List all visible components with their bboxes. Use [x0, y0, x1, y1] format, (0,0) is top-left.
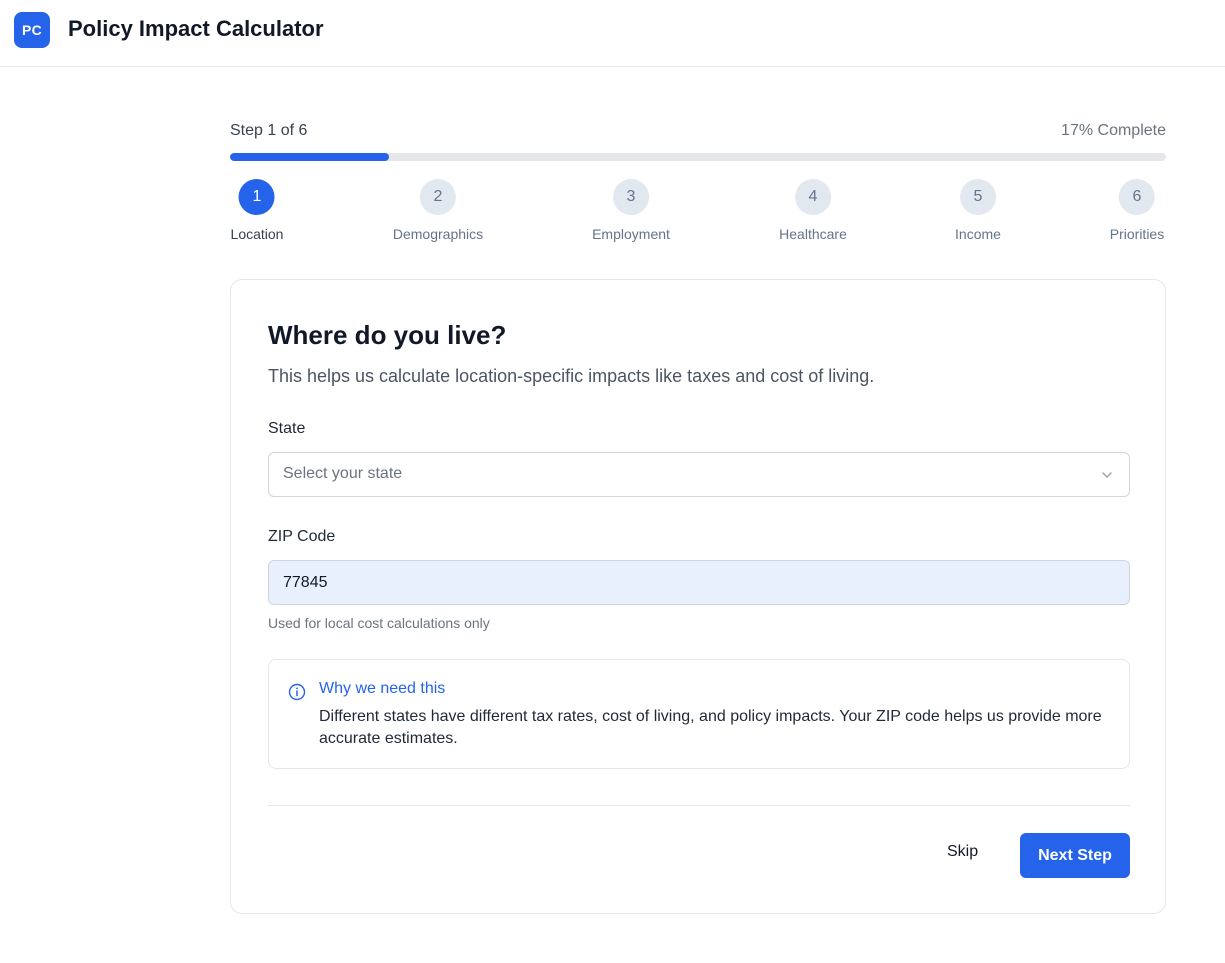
- percent-complete: 17% Complete: [1061, 122, 1166, 139]
- app-logo: PC: [14, 12, 50, 48]
- step-label: Employment: [592, 226, 670, 242]
- zip-code-input[interactable]: [268, 560, 1130, 605]
- info-icon: [288, 683, 306, 701]
- next-step-button[interactable]: Next Step: [1020, 833, 1130, 878]
- divider: [268, 805, 1130, 806]
- step-employment[interactable]: 3 Employment: [592, 179, 670, 242]
- top-bar: PC Policy Impact Calculator: [0, 0, 1225, 67]
- progress-bar: [230, 153, 1166, 161]
- page-subtitle: This helps us calculate location-specifi…: [268, 366, 875, 386]
- chevron-down-icon: [1102, 472, 1112, 478]
- step-number: 4: [794, 179, 831, 215]
- step-counter: Step 1 of 6: [230, 122, 308, 139]
- step-location[interactable]: 1 Location: [230, 179, 284, 242]
- step-demographics[interactable]: 2 Demographics: [393, 179, 483, 242]
- step-number: 2: [419, 179, 456, 215]
- step-number: 5: [959, 179, 996, 215]
- step-label: Location: [230, 226, 284, 242]
- step-number: 6: [1119, 179, 1155, 215]
- info-title: Why we need this: [319, 680, 446, 697]
- info-box: Why we need this Different states have d…: [268, 659, 1130, 769]
- state-select-value: Select your state: [283, 465, 403, 482]
- step-priorities[interactable]: 6 Priorities: [1110, 179, 1164, 242]
- page-title: Where do you live?: [268, 320, 507, 350]
- step-label: Priorities: [1109, 226, 1165, 242]
- progress-bar-fill: [230, 153, 390, 161]
- step-label: Healthcare: [779, 226, 847, 242]
- stepper: 1 Location 2 Demographics 3 Employment 4…: [230, 179, 1166, 249]
- step-label: Demographics: [392, 226, 484, 242]
- state-select[interactable]: Select your state: [268, 452, 1130, 497]
- zip-hint: Used for local cost calculations only: [268, 615, 490, 631]
- info-body: Different states have different tax rate…: [319, 708, 1102, 747]
- skip-button[interactable]: Skip: [947, 843, 978, 861]
- step-label: Income: [955, 226, 1001, 242]
- step-number: 1: [239, 179, 275, 215]
- state-label: State: [268, 420, 306, 437]
- app-title: Policy Impact Calculator: [68, 16, 324, 41]
- step-healthcare[interactable]: 4 Healthcare: [779, 179, 847, 242]
- step-number: 3: [613, 179, 649, 215]
- zip-label: ZIP Code: [268, 528, 336, 545]
- step-income[interactable]: 5 Income: [955, 179, 1001, 242]
- form-card: Where do you live? This helps us calcula…: [230, 279, 1166, 914]
